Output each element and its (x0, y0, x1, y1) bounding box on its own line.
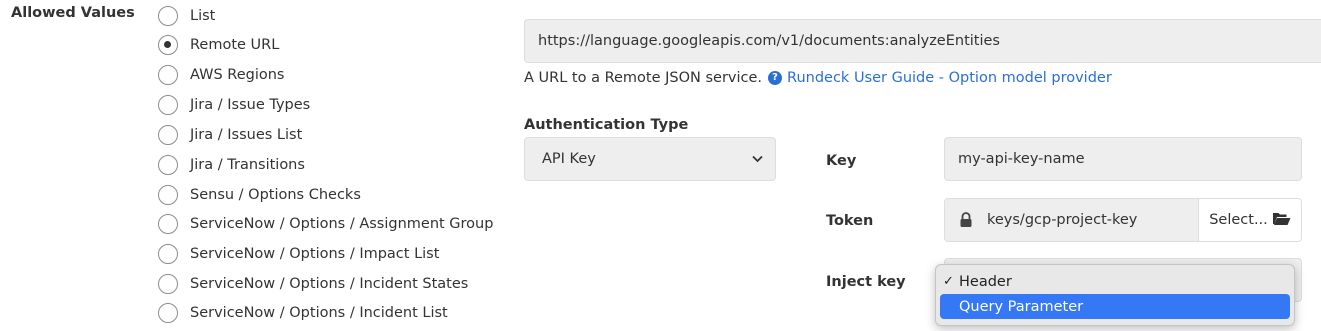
radio-label[interactable]: Jira / Issues List (190, 127, 302, 143)
token-select-button[interactable]: Select... (1199, 199, 1301, 241)
radio-label[interactable]: Jira / Issue Types (190, 97, 310, 113)
radio-label[interactable]: Sensu / Options Checks (190, 187, 361, 203)
inject-key-option-header[interactable]: ✓ Header (940, 269, 1290, 294)
token-value: keys/gcp-project-key (987, 212, 1138, 228)
radio-button[interactable] (158, 214, 178, 234)
radio-button[interactable] (158, 35, 178, 55)
remote-url-value: https://language.googleapis.com/v1/docum… (538, 33, 1000, 49)
key-label: Key (826, 153, 857, 169)
inject-key-label: Inject key (826, 274, 906, 290)
inject-key-option-label: Header (959, 273, 1012, 290)
radio-button[interactable] (158, 244, 178, 264)
question-circle-icon: ? (768, 71, 783, 85)
key-input[interactable]: my-api-key-name (944, 137, 1302, 181)
radio-button[interactable] (158, 155, 178, 175)
token-label: Token (826, 213, 874, 229)
radio-button[interactable] (158, 6, 178, 26)
allowed-value-option[interactable]: Sensu / Options Checks (158, 182, 361, 208)
radio-button[interactable] (158, 95, 178, 115)
checkmark-icon: ✓ (943, 274, 954, 289)
token-input[interactable]: keys/gcp-project-key (945, 199, 1199, 241)
allowed-value-option[interactable]: ServiceNow / Options / Impact List (158, 241, 439, 267)
radio-button[interactable] (158, 274, 178, 294)
inject-key-option-query-parameter[interactable]: Query Parameter (940, 294, 1290, 319)
authentication-type-label: Authentication Type (524, 117, 689, 133)
allowed-value-option[interactable]: ServiceNow / Options / Incident States (158, 271, 468, 297)
radio-label[interactable]: Jira / Transitions (190, 157, 305, 173)
allowed-value-option[interactable]: Jira / Issues List (158, 122, 302, 148)
allowed-value-option[interactable]: ServiceNow / Options / Incident List (158, 300, 448, 326)
folder-open-icon (1272, 211, 1291, 230)
radio-button[interactable] (158, 303, 178, 323)
allowed-value-option[interactable]: AWS Regions (158, 62, 284, 88)
radio-label[interactable]: ServiceNow / Options / Impact List (190, 246, 439, 262)
radio-label[interactable]: ServiceNow / Options / Incident States (190, 276, 468, 292)
allowed-value-option[interactable]: Jira / Transitions (158, 152, 305, 178)
authentication-type-select[interactable]: API Key (524, 137, 776, 181)
remote-url-input[interactable]: https://language.googleapis.com/v1/docum… (524, 19, 1321, 63)
inject-key-dropdown-menu: ✓ Header Query Parameter (935, 264, 1295, 326)
lock-icon (959, 212, 973, 228)
radio-label[interactable]: AWS Regions (190, 67, 284, 83)
radio-button[interactable] (158, 185, 178, 205)
allowed-value-option[interactable]: ServiceNow / Options / Assignment Group (158, 211, 493, 237)
token-select-label: Select... (1209, 212, 1268, 228)
radio-label[interactable]: ServiceNow / Options / Assignment Group (190, 216, 493, 232)
radio-label[interactable]: List (190, 8, 215, 24)
remote-url-help: A URL to a Remote JSON service. ? Rundec… (524, 70, 1112, 86)
authentication-type-value: API Key (542, 151, 596, 167)
radio-label[interactable]: Remote URL (190, 37, 279, 53)
remote-url-help-text: A URL to a Remote JSON service. (524, 70, 763, 86)
radio-label[interactable]: ServiceNow / Options / Incident List (190, 305, 448, 321)
allowed-values-label: Allowed Values (11, 5, 135, 21)
radio-button[interactable] (158, 65, 178, 85)
inject-key-option-label: Query Parameter (959, 298, 1084, 315)
token-field-group: keys/gcp-project-key Select... (944, 198, 1302, 242)
chevron-down-icon (752, 152, 763, 166)
allowed-value-option[interactable]: List (158, 3, 215, 29)
radio-button[interactable] (158, 125, 178, 145)
key-value: my-api-key-name (958, 151, 1085, 167)
allowed-value-option[interactable]: Jira / Issue Types (158, 92, 310, 118)
rundeck-user-guide-link[interactable]: Rundeck User Guide - Option model provid… (787, 70, 1112, 86)
allowed-value-option[interactable]: Remote URL (158, 32, 279, 58)
